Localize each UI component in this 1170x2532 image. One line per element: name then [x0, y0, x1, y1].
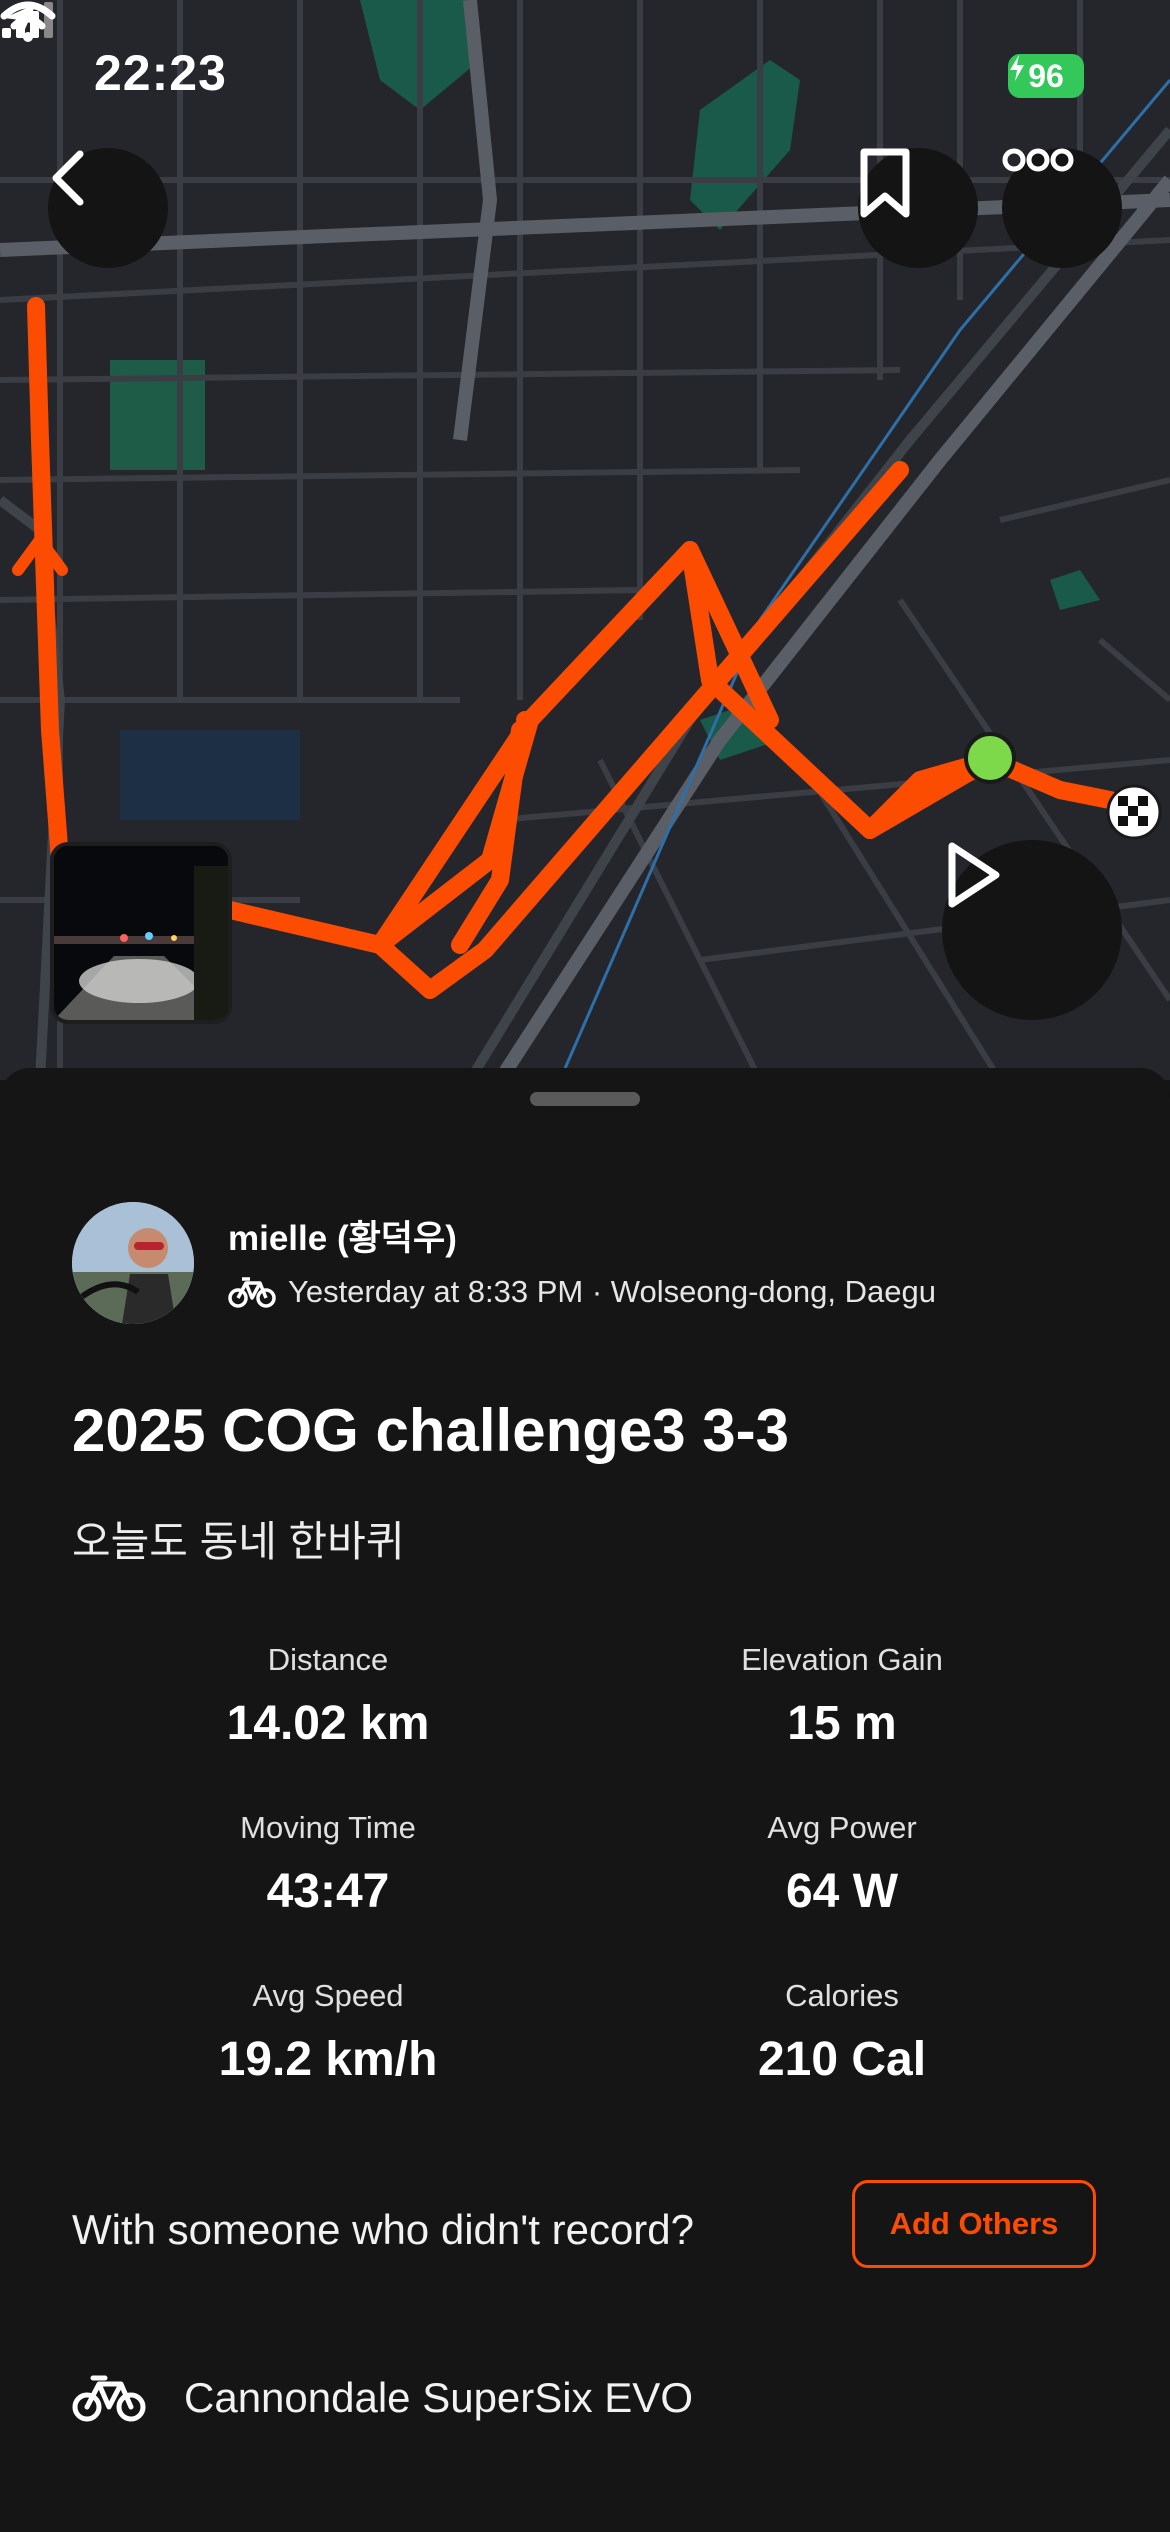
athlete-name[interactable]: mielle (황덕우) [228, 1210, 457, 1261]
activity-description: 오늘도 동네 한바퀴 [72, 1518, 405, 1565]
bike-name: Cannondale SuperSix EVO [184, 2374, 693, 2421]
add-others-button[interactable]: Add Others [852, 2180, 1096, 2268]
status-bar: 22:23 96 [0, 0, 1170, 150]
bike-icon [72, 2375, 146, 2422]
play-icon [948, 842, 1000, 908]
stat-label: Calories [785, 1978, 899, 2013]
back-chevron-icon [52, 150, 84, 206]
stat-value: 210 Cal [757, 2033, 927, 2086]
bike-icon [228, 1277, 276, 1308]
stat-value: 43:47 [266, 1865, 390, 1918]
status-time: 22:23 [94, 45, 227, 101]
stat-label: Avg Speed [252, 1978, 404, 2013]
activity-date-location: Yesterday at 8:33 PM · Wolseong-dong, Da… [288, 1274, 936, 1309]
stat-label: Elevation Gain [741, 1642, 943, 1677]
battery-level: 96 [1028, 57, 1064, 94]
save-route-button[interactable] [858, 148, 978, 268]
finish-marker [1106, 784, 1162, 840]
bookmark-icon [860, 148, 910, 218]
more-dots-icon [1002, 148, 1074, 172]
stat-value: 15 m [787, 1697, 897, 1750]
user-avatar-photo [72, 1202, 194, 1324]
activity-title: 2025 COG challenge3 3-3 [72, 1397, 790, 1464]
start-marker [964, 732, 1016, 784]
charging-bolt-icon [1010, 55, 1024, 81]
more-options-button[interactable] [1002, 148, 1122, 268]
stat-value: 14.02 km [226, 1697, 430, 1750]
gear-row[interactable]: Cannondale SuperSix EVO [72, 2372, 693, 2424]
back-button[interactable] [48, 148, 168, 268]
stat-value: 19.2 km/h [218, 2033, 438, 2086]
stat-distance: Distance 14.02 km [128, 1642, 528, 1751]
map-water-area [1050, 570, 1100, 610]
avatar[interactable] [72, 1202, 194, 1324]
wifi-icon [0, 1, 56, 42]
battery-indicator: 96 [1008, 54, 1084, 98]
with-others-prompt: With someone who didn't record? [72, 2206, 695, 2253]
stat-label: Moving Time [240, 1810, 416, 1845]
flyby-play-button[interactable] [942, 840, 1122, 1020]
stat-avg-power: Avg Power 64 W [642, 1810, 1042, 1919]
sheet-drag-handle[interactable] [530, 1092, 640, 1106]
stat-calories: Calories 210 Cal [642, 1978, 1042, 2087]
stat-avg-speed: Avg Speed 19.2 km/h [128, 1978, 528, 2087]
night-road-photo [54, 846, 228, 1020]
activity-meta: Yesterday at 8:33 PM · Wolseong-dong, Da… [228, 1274, 936, 1310]
stat-value: 64 W [785, 1865, 899, 1918]
activity-photo-thumbnail[interactable] [50, 842, 232, 1024]
route-map[interactable]: 22:23 96 [0, 0, 1170, 1080]
stat-elevation-gain: Elevation Gain 15 m [642, 1642, 1042, 1751]
activity-details-sheet: mielle (황덕우) Yesterday at 8:33 PM · Wols… [0, 1068, 1170, 2532]
map-pond [120, 730, 300, 820]
stat-label: Avg Power [767, 1810, 917, 1845]
stat-label: Distance [267, 1642, 389, 1677]
stat-moving-time: Moving Time 43:47 [128, 1810, 528, 1919]
